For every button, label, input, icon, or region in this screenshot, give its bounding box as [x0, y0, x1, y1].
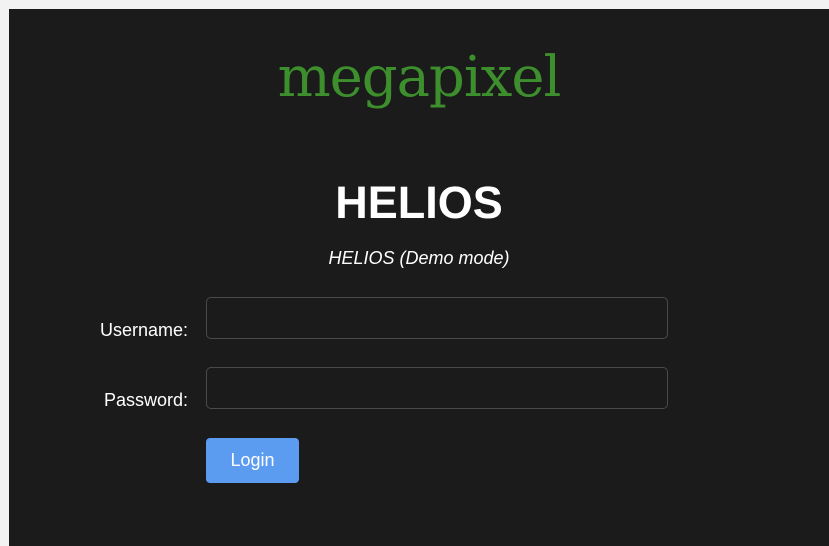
username-label: Username:	[99, 320, 188, 340]
username-field[interactable]	[206, 297, 668, 339]
password-field[interactable]	[206, 367, 668, 409]
password-label: Password:	[103, 390, 188, 410]
login-button[interactable]: Login	[206, 438, 299, 483]
page-subtitle: HELIOS (Demo mode)	[328, 248, 510, 268]
login-window: megapixel HELIOS HELIOS (Demo mode) User…	[9, 9, 829, 546]
page-title: HELIOS	[335, 177, 503, 228]
megapixel-logo: megapixel	[277, 45, 562, 110]
